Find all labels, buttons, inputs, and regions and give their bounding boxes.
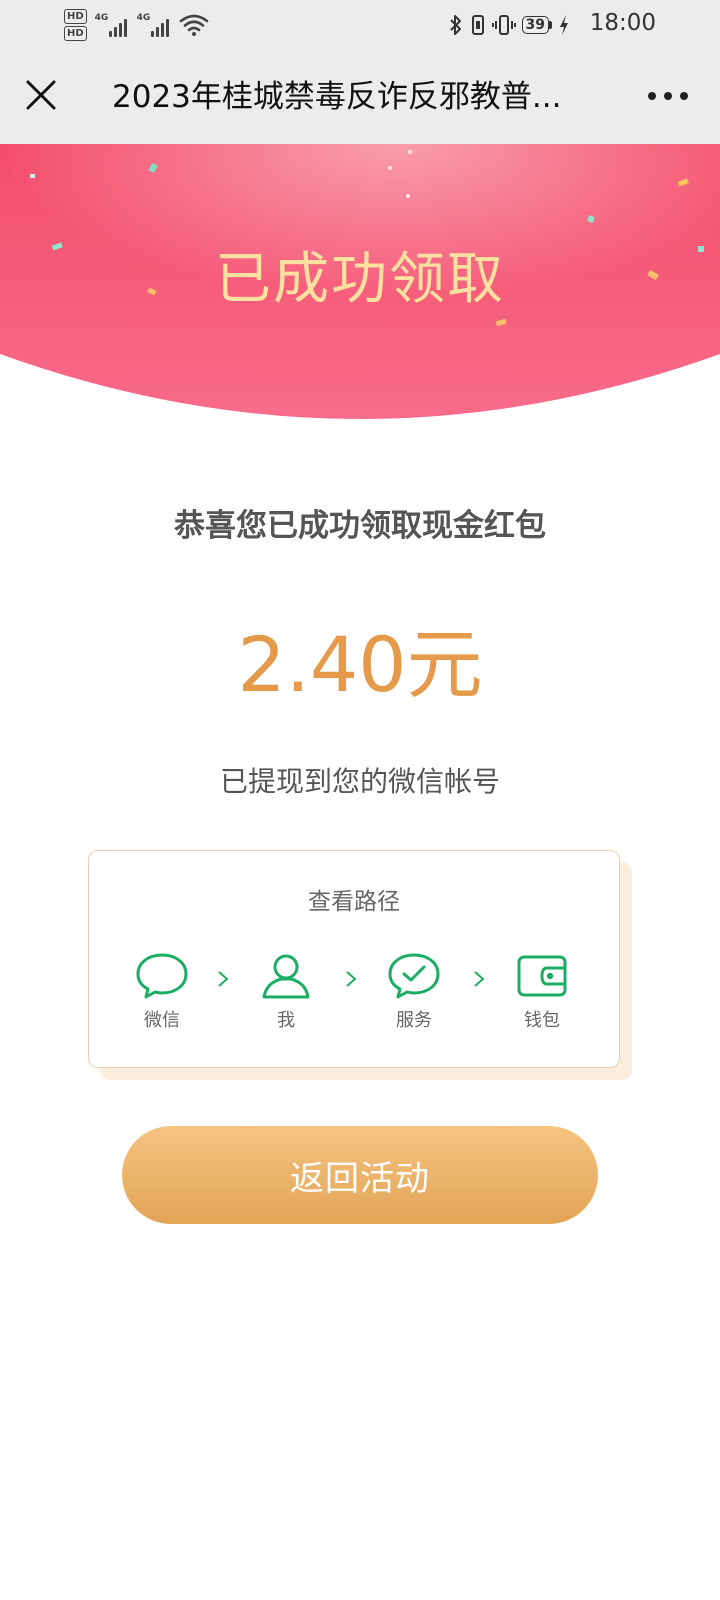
status-left: HD HD 4G 4G <box>64 6 209 44</box>
page-title: 2023年桂城禁毒反诈反邪教普... <box>112 79 562 115</box>
chevron-right-icon <box>346 971 357 987</box>
network-type: 4G <box>94 13 109 23</box>
hd-indicators: HD HD <box>64 9 87 41</box>
chat-bubble-icon <box>136 953 188 999</box>
bluetooth-icon <box>449 15 461 35</box>
wifi-icon <box>179 14 208 36</box>
amount-value: 2.40元 <box>237 620 483 709</box>
path-step-wallet: 钱包 <box>497 951 587 1033</box>
more-icon[interactable] <box>648 92 688 100</box>
banner-title: 已成功领取 <box>215 247 505 312</box>
path-step-label: 服务 <box>396 1010 432 1031</box>
close-icon[interactable] <box>24 78 58 112</box>
path-card: 查看路径 微信 我 服务 钱包 <box>88 850 620 1068</box>
chevron-right-icon <box>474 971 485 987</box>
status-bar: HD HD 4G 4G 39 18:00 <box>0 0 720 50</box>
path-step-label: 我 <box>277 1010 295 1031</box>
network-type: 4G <box>136 13 151 23</box>
person-icon <box>262 954 310 999</box>
path-step-services: 服务 <box>369 951 459 1033</box>
path-step-label: 微信 <box>144 1010 180 1031</box>
chevron-right-icon <box>218 971 229 987</box>
path-step-label: 钱包 <box>524 1010 560 1031</box>
nav-bar: 2023年桂城禁毒反诈反邪教普... <box>0 50 720 144</box>
charging-icon <box>560 15 568 35</box>
signal-icon: 4G <box>95 13 129 37</box>
battery-icon: 39 <box>521 16 552 34</box>
path-step-wechat: 微信 <box>117 951 207 1033</box>
hd-badge: HD <box>64 26 87 41</box>
path-card-title: 查看路径 <box>308 889 400 915</box>
vibrate-icon <box>491 15 516 35</box>
path-step-me: 我 <box>241 951 331 1033</box>
success-headline: 恭喜您已成功领取现金红包 <box>174 508 546 544</box>
hd-badge: HD <box>64 9 87 24</box>
battery-level: 39 <box>521 16 549 34</box>
check-chat-icon <box>388 953 440 999</box>
withdraw-note: 已提现到您的微信帐号 <box>219 765 500 798</box>
nfc-icon <box>471 15 484 35</box>
clock: 18:00 <box>589 10 656 36</box>
return-to-activity-button[interactable]: 返回活动 <box>122 1126 598 1224</box>
wallet-icon <box>517 955 567 997</box>
signal-icon: 4G <box>137 13 171 37</box>
success-banner: 已成功领取 <box>0 144 720 424</box>
status-right: 39 <box>448 10 570 40</box>
